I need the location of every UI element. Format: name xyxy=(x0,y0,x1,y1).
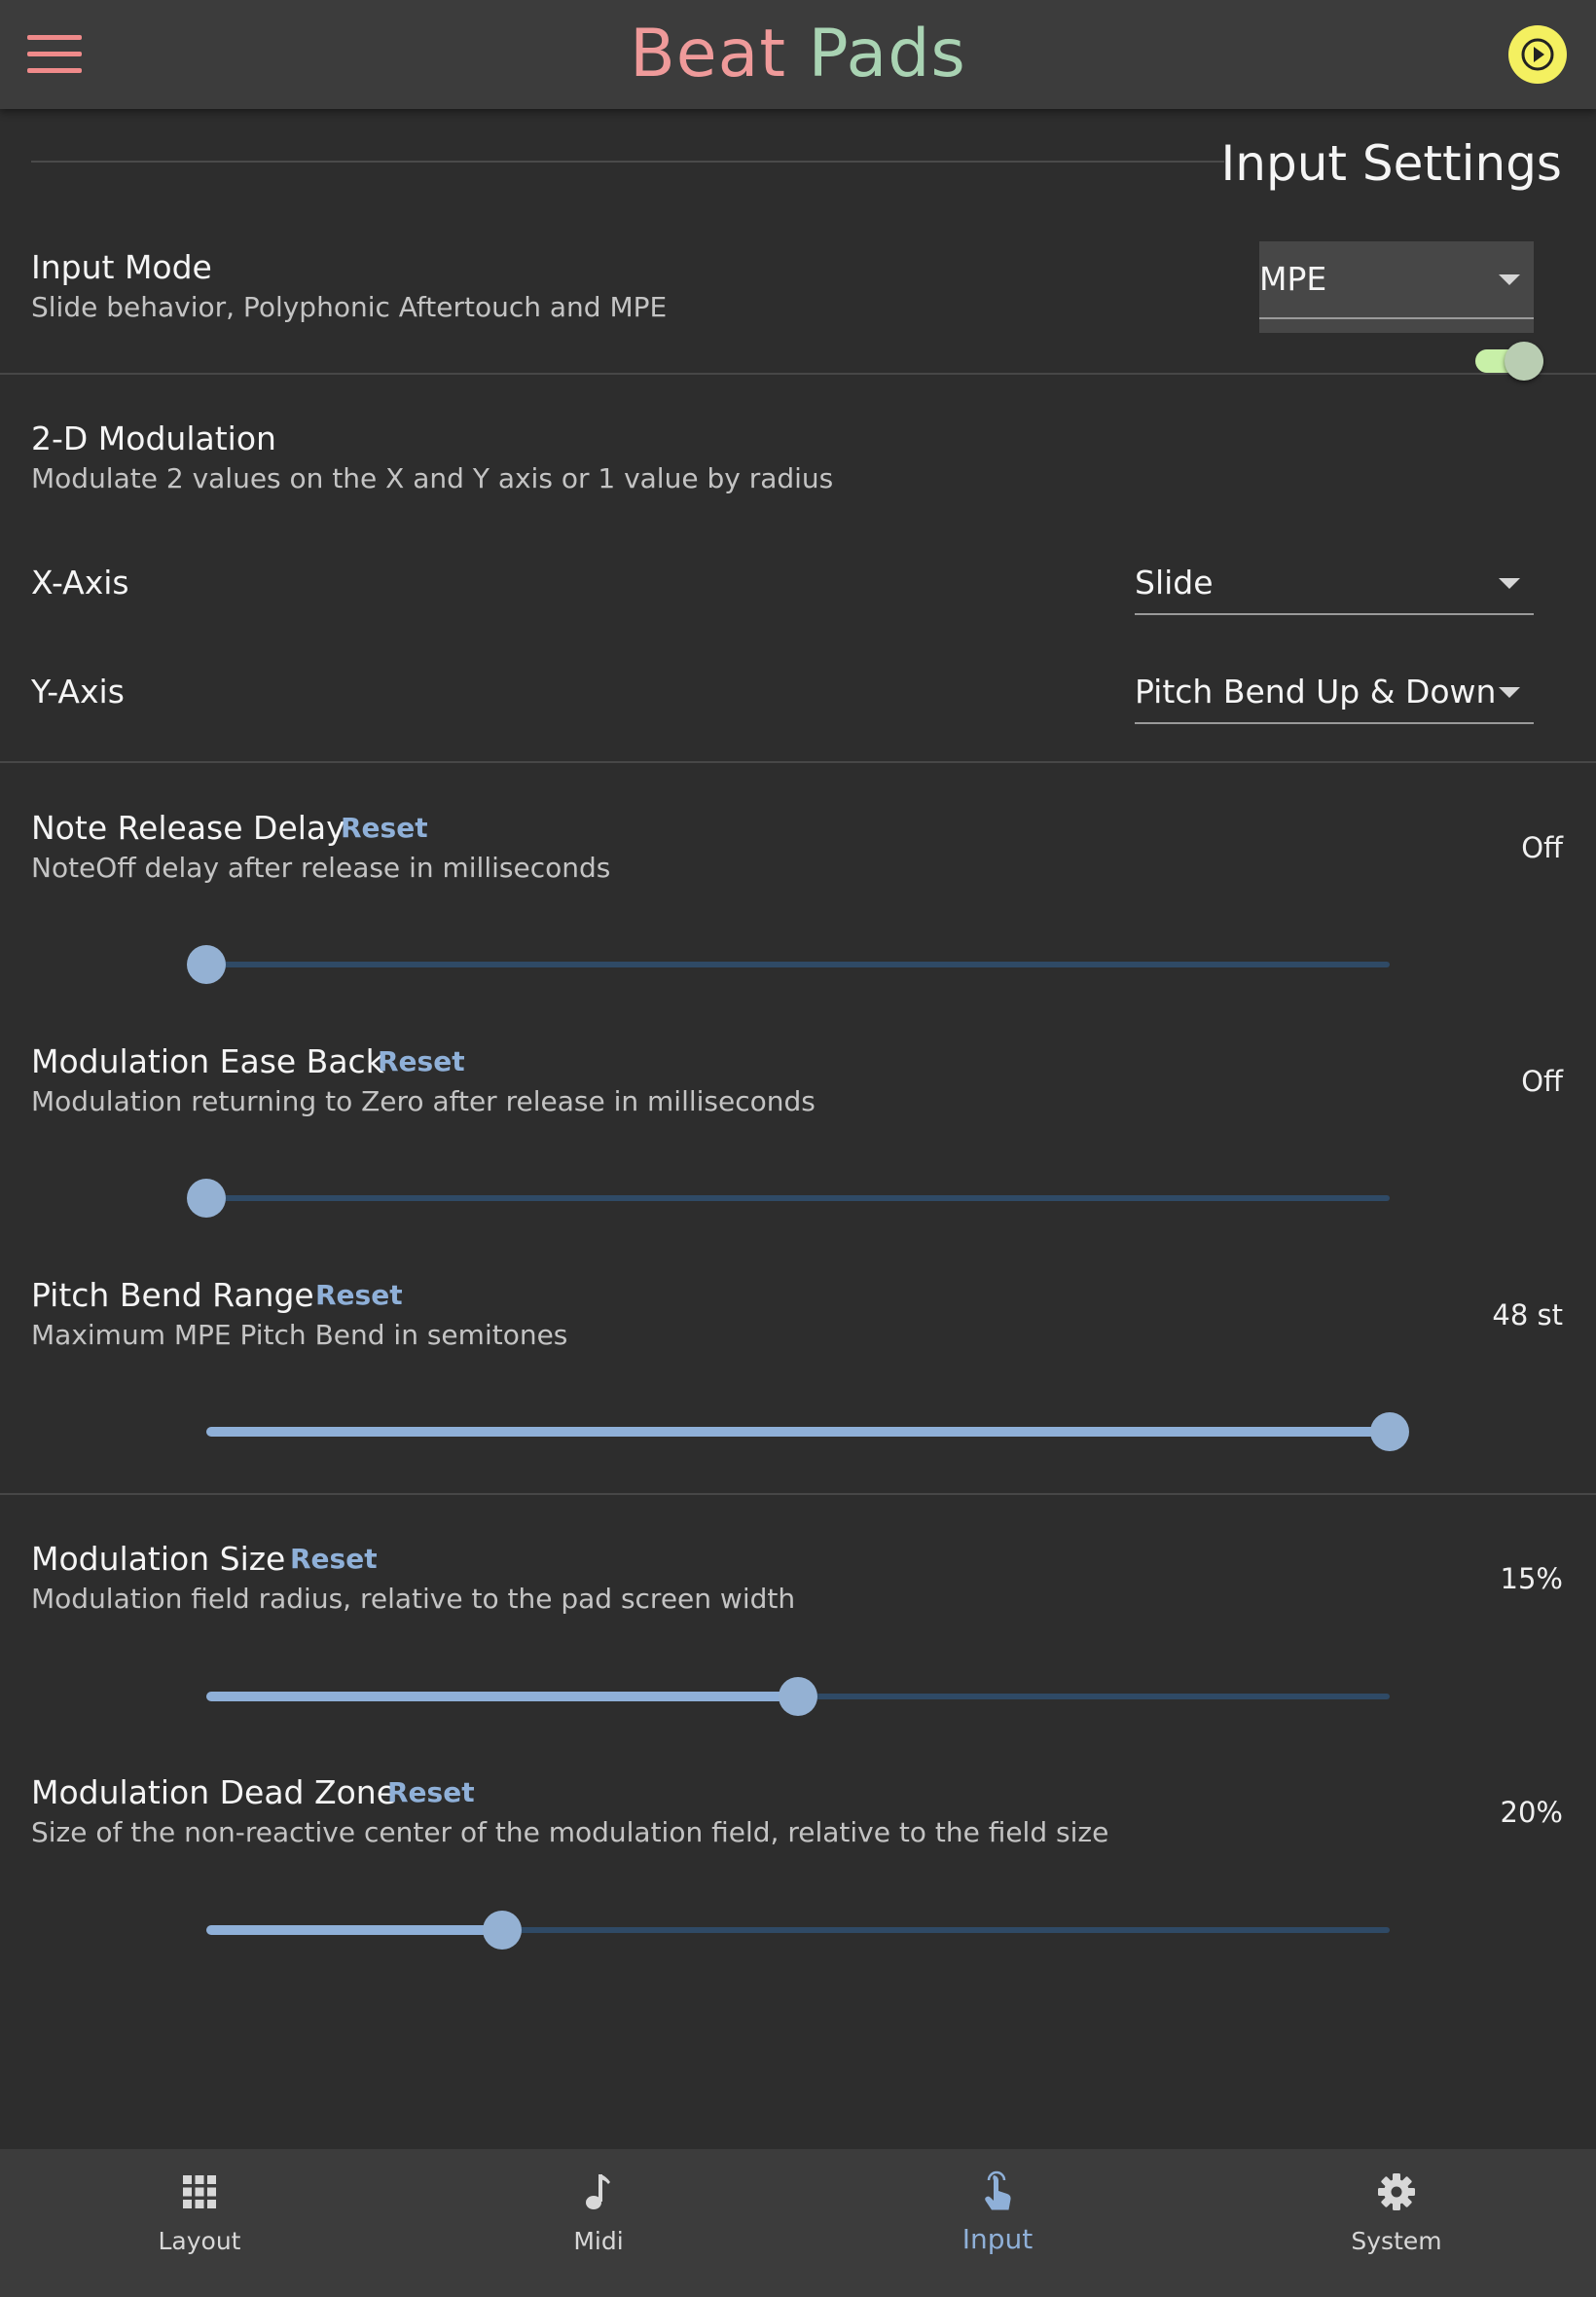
pitch-bend-range-label: Pitch Bend Range xyxy=(31,1276,314,1314)
modulation-size-reset[interactable]: Reset xyxy=(290,1542,378,1577)
slider-thumb[interactable] xyxy=(483,1911,522,1950)
chevron-down-icon xyxy=(1499,578,1520,589)
modulation-size-label: Modulation Size xyxy=(31,1540,286,1578)
note-release-delay-slider[interactable] xyxy=(187,943,1390,986)
gear-icon xyxy=(1378,2173,1415,2210)
modulation-size-slider[interactable] xyxy=(206,1675,1390,1718)
chevron-down-icon xyxy=(1499,274,1520,285)
modulation-dead-zone-value: 20% xyxy=(1500,1796,1563,1829)
input-mode-label: Input Mode xyxy=(31,248,212,286)
modulation-ease-back-slider[interactable] xyxy=(187,1177,1390,1220)
modulation-size-value: 15% xyxy=(1500,1562,1563,1595)
bottom-nav: Layout Midi Input System xyxy=(0,2149,1596,2297)
app-header: Beat Pads xyxy=(0,0,1596,109)
nav-midi[interactable]: Midi xyxy=(399,2149,798,2297)
nav-layout-label: Layout xyxy=(158,2227,241,2255)
nav-midi-label: Midi xyxy=(573,2227,624,2255)
nav-system[interactable]: System xyxy=(1197,2149,1596,2297)
page-title: Input Settings xyxy=(1220,135,1562,192)
play-button[interactable] xyxy=(1508,25,1567,84)
pitch-bend-range-value: 48 st xyxy=(1492,1298,1563,1331)
modulation-ease-back-reset[interactable]: Reset xyxy=(378,1044,465,1079)
modulation-ease-back-value: Off xyxy=(1521,1065,1563,1098)
grid-icon xyxy=(183,2175,216,2208)
x-axis-label: X-Axis xyxy=(31,564,129,602)
app-title-part1: Beat xyxy=(630,16,786,92)
modulation-dead-zone-label: Modulation Dead Zone xyxy=(31,1773,397,1811)
note-release-delay-label: Note Release Delay xyxy=(31,809,345,847)
slider-thumb[interactable] xyxy=(187,1179,226,1218)
nav-layout[interactable]: Layout xyxy=(0,2149,399,2297)
modulation-dead-zone-reset[interactable]: Reset xyxy=(387,1775,475,1810)
slider-thumb[interactable] xyxy=(187,945,226,984)
y-axis-value: Pitch Bend Up & Down xyxy=(1135,673,1497,711)
modulation-dead-zone-slider[interactable] xyxy=(206,1909,1390,1951)
app-title-part2: Pads xyxy=(808,16,966,92)
slider-thumb[interactable] xyxy=(1370,1412,1409,1451)
y-axis-label: Y-Axis xyxy=(31,673,125,711)
modulation-2d-description: Modulate 2 values on the X and Y axis or… xyxy=(31,462,834,494)
x-axis-value: Slide xyxy=(1135,564,1214,602)
pitch-bend-range-slider[interactable] xyxy=(206,1410,1409,1453)
settings-content: Input Settings Input Mode Slide behavior… xyxy=(0,109,1596,2149)
note-release-delay-value: Off xyxy=(1521,831,1563,864)
modulation-2d-toggle[interactable] xyxy=(1475,336,1545,386)
modulation-ease-back-description: Modulation returning to Zero after relea… xyxy=(31,1085,816,1117)
section-divider xyxy=(0,1493,1596,1495)
y-axis-select[interactable]: Pitch Bend Up & Down xyxy=(1135,664,1534,724)
pitch-bend-range-reset[interactable]: Reset xyxy=(315,1278,403,1313)
modulation-dead-zone-description: Size of the non-reactive center of the m… xyxy=(31,1816,1109,1848)
chevron-down-icon xyxy=(1499,687,1520,698)
play-icon xyxy=(1521,38,1554,71)
note-release-delay-description: NoteOff delay after release in milliseco… xyxy=(31,852,611,884)
nav-input[interactable]: Input xyxy=(798,2149,1197,2297)
title-divider xyxy=(31,161,1224,163)
pitch-bend-range-description: Maximum MPE Pitch Bend in semitones xyxy=(31,1319,568,1351)
nav-input-label: Input xyxy=(961,2223,1034,2255)
x-axis-select[interactable]: Slide xyxy=(1135,555,1534,615)
modulation-ease-back-label: Modulation Ease Back xyxy=(31,1042,384,1080)
slider-thumb[interactable] xyxy=(779,1677,817,1716)
input-mode-description: Slide behavior, Polyphonic Aftertouch an… xyxy=(31,291,668,323)
modulation-2d-label: 2-D Modulation xyxy=(31,419,276,457)
modulation-size-description: Modulation field radius, relative to the… xyxy=(31,1583,796,1615)
touch-icon xyxy=(985,2170,1011,2210)
music-note-icon xyxy=(586,2174,610,2209)
section-divider xyxy=(0,761,1596,763)
toggle-knob xyxy=(1505,342,1543,381)
menu-icon[interactable] xyxy=(27,35,82,74)
nav-system-label: System xyxy=(1351,2227,1442,2255)
section-divider xyxy=(0,373,1596,375)
input-mode-select[interactable]: MPE xyxy=(1259,241,1534,333)
input-mode-value: MPE xyxy=(1259,260,1327,298)
app-title: Beat Pads xyxy=(0,14,1596,95)
note-release-delay-reset[interactable]: Reset xyxy=(341,811,428,846)
